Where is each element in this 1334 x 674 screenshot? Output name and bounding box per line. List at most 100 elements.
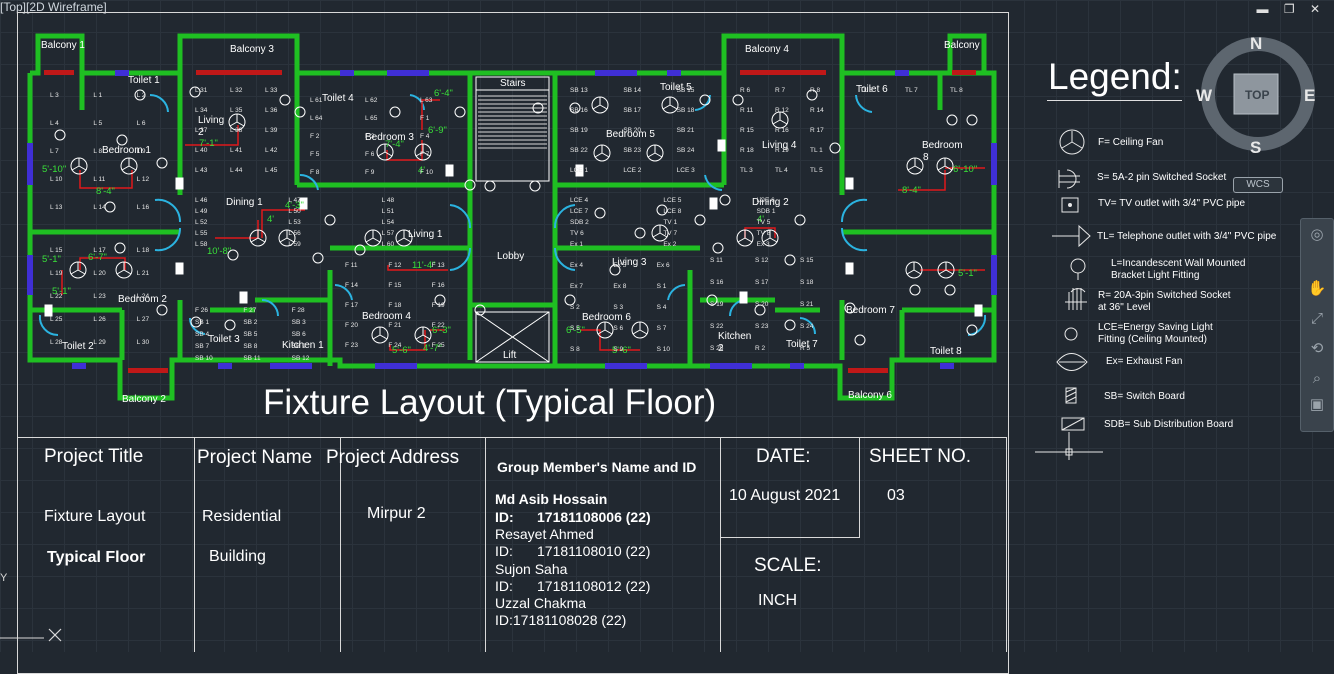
- room-label-stairs[interactable]: Stairs: [500, 78, 526, 89]
- switch-board-symbol[interactable]: [845, 262, 854, 275]
- fixture-tag[interactable]: Ex 7: [570, 283, 583, 290]
- fixture-tag[interactable]: SB 8: [243, 343, 257, 350]
- room-label-balcony3[interactable]: Balcony 3: [230, 44, 274, 55]
- fixture-tag[interactable]: L 46: [195, 197, 208, 204]
- fixture-tag[interactable]: L 20: [93, 270, 106, 277]
- switch-board-symbol[interactable]: [239, 291, 248, 304]
- light-symbol[interactable]: [794, 214, 806, 226]
- fixture-tag[interactable]: L 27: [137, 316, 150, 323]
- switch-board-symbol[interactable]: [717, 139, 726, 152]
- fixture-tag[interactable]: L 47: [288, 197, 301, 204]
- fixture-tag[interactable]: L 51: [382, 208, 395, 215]
- fixture-tag[interactable]: SB 6: [292, 331, 306, 338]
- steering-wheel-icon[interactable]: ◎: [1307, 225, 1327, 245]
- dimension-label[interactable]: 6'-10": [953, 164, 977, 175]
- window-controls[interactable]: ▬ ❐ ✕: [1257, 2, 1326, 16]
- legend-item-fan[interactable]: F= Ceiling Fan: [1098, 137, 1163, 148]
- switch-board-symbol[interactable]: [974, 304, 983, 317]
- fixture-tag[interactable]: L 15: [50, 247, 63, 254]
- fixture-tag[interactable]: F 1: [420, 115, 430, 122]
- fixture-tag[interactable]: F 2: [310, 133, 320, 140]
- fixture-tag[interactable]: R 17: [810, 127, 824, 134]
- fixture-tag[interactable]: S 1: [657, 283, 667, 290]
- fixture-tag[interactable]: Ex 8: [613, 283, 626, 290]
- zoom-extents-icon[interactable]: ⤢: [1307, 309, 1327, 329]
- fixture-tag[interactable]: F 3: [365, 133, 375, 140]
- pan-hand-icon[interactable]: ✋: [1307, 279, 1327, 299]
- fixture-tag[interactable]: L 50: [288, 208, 301, 215]
- fixture-tag[interactable]: L 13: [50, 204, 63, 211]
- fixture-tag[interactable]: L 5: [93, 120, 102, 127]
- light-symbol[interactable]: [966, 114, 978, 126]
- light-symbol[interactable]: [854, 334, 866, 346]
- fixture-tag[interactable]: L 37: [195, 127, 208, 134]
- room-label-bedroom4[interactable]: Bedroom 4: [362, 311, 411, 322]
- zoom-icon[interactable]: ⌕: [1307, 369, 1327, 389]
- fixture-tag[interactable]: L 25: [50, 316, 63, 323]
- fixture-tag[interactable]: SB 9: [292, 343, 306, 350]
- fixture-tag[interactable]: S 2: [570, 304, 580, 311]
- legend-item-socket[interactable]: S= 5A-2 pin Switched Socket: [1097, 172, 1226, 183]
- fixture-tag[interactable]: L 28: [50, 339, 63, 346]
- fixture-tag[interactable]: S 10: [657, 346, 671, 353]
- project-address-label[interactable]: Project Address: [326, 447, 459, 469]
- fixture-tag[interactable]: L 62: [365, 97, 378, 104]
- fixture-tag[interactable]: SB 22: [570, 147, 588, 154]
- member-id[interactable]: ID:17181108028 (22): [495, 612, 626, 629]
- compass-east[interactable]: E: [1304, 86, 1315, 106]
- fixture-tag[interactable]: S 24: [800, 323, 814, 330]
- fixture-tag[interactable]: L 61: [310, 97, 323, 104]
- legend-item-tv[interactable]: TV= TV outlet with 3/4" PVC pipe: [1098, 198, 1245, 209]
- dimension-label[interactable]: 4': [267, 214, 274, 225]
- fixture-tag[interactable]: L 19: [50, 270, 63, 277]
- fixture-tag[interactable]: R 2: [755, 345, 766, 352]
- fixture-tag[interactable]: L 34: [195, 107, 208, 114]
- fixture-tag[interactable]: L 52: [195, 219, 208, 226]
- project-title-label[interactable]: Project Title: [44, 446, 143, 468]
- legend-item-switch-board[interactable]: SB= Switch Board: [1104, 391, 1185, 402]
- dimension-label[interactable]: 8'-4": [902, 185, 921, 196]
- fixture-tag[interactable]: L 43: [195, 167, 208, 174]
- dimension-label[interactable]: 8'-4": [96, 186, 115, 197]
- fixture-tag[interactable]: SB 17: [623, 107, 641, 114]
- fixture-tag[interactable]: L 29: [93, 339, 106, 346]
- legend-item-lce[interactable]: LCE=Energy Saving Light: [1098, 322, 1213, 333]
- fixture-tag[interactable]: F 22: [432, 322, 445, 329]
- light-symbol[interactable]: [829, 142, 841, 154]
- light-symbol[interactable]: [114, 242, 126, 254]
- fixture-tag[interactable]: R 14: [810, 107, 824, 114]
- light-symbol[interactable]: [719, 194, 731, 206]
- light-symbol[interactable]: [104, 201, 116, 213]
- fixture-tag[interactable]: S 20: [755, 301, 769, 308]
- fixture-tag[interactable]: F 25: [432, 342, 445, 349]
- compass-north[interactable]: N: [1250, 34, 1262, 54]
- fixture-tag[interactable]: SB 15: [677, 87, 695, 94]
- fixture-tag[interactable]: L 7: [50, 148, 59, 155]
- switch-board-symbol[interactable]: [739, 291, 748, 304]
- ceiling-fan-symbol[interactable]: [414, 326, 432, 344]
- switch-board-symbol[interactable]: [175, 177, 184, 190]
- scale-label[interactable]: SCALE:: [754, 555, 822, 577]
- light-symbol[interactable]: [944, 284, 956, 296]
- room-label-bedroom8[interactable]: Bedroom: [922, 140, 963, 151]
- fixture-tag[interactable]: S 16: [710, 279, 724, 286]
- dimension-label[interactable]: 10'-8": [207, 246, 231, 257]
- fixture-tag[interactable]: R 12: [775, 107, 789, 114]
- sheet-label[interactable]: SHEET NO.: [869, 446, 971, 468]
- fixture-tag[interactable]: L 9: [137, 148, 146, 155]
- member-name[interactable]: Sujon Saha: [495, 561, 567, 578]
- ceiling-fan-symbol[interactable]: [115, 261, 133, 279]
- fixture-tag[interactable]: L 39: [265, 127, 278, 134]
- fixture-tag[interactable]: L 49: [195, 208, 208, 215]
- fixture-tag[interactable]: F 11: [345, 262, 358, 269]
- fixture-tag[interactable]: SB 4: [195, 331, 209, 338]
- room-label-toilet3[interactable]: Toilet 3: [208, 334, 240, 345]
- light-symbol[interactable]: [784, 319, 796, 331]
- ceiling-fan-symbol[interactable]: [69, 261, 87, 279]
- ceiling-fan-symbol[interactable]: [364, 229, 382, 247]
- fixture-tag[interactable]: F 15: [388, 282, 401, 289]
- member-id[interactable]: 17181108006 (22): [537, 509, 651, 526]
- ceiling-fan-symbol[interactable]: [906, 157, 924, 175]
- fixture-tag[interactable]: L 48: [382, 197, 395, 204]
- fixture-tag[interactable]: S 8: [570, 346, 580, 353]
